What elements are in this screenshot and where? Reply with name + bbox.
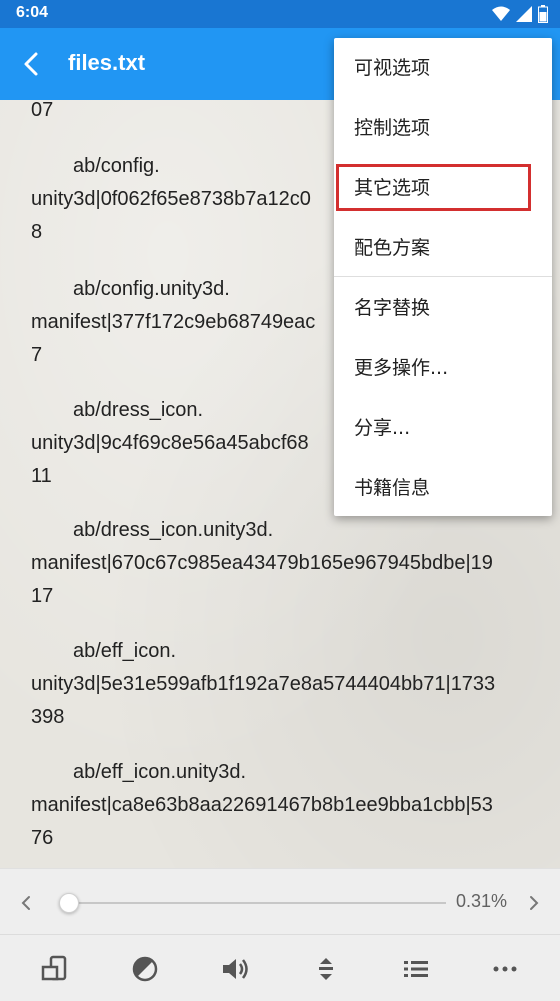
text-paragraph: ab/eff_icon. unity3d|5e31e599afb1f192a7e… <box>31 640 496 728</box>
menu-item-share[interactable]: 分享... <box>334 398 552 458</box>
contrast-icon <box>132 956 158 982</box>
scroll-icon <box>319 958 333 980</box>
more-icon <box>493 966 517 972</box>
progress-thumb[interactable] <box>59 893 79 913</box>
battery-icon <box>538 5 548 23</box>
status-icons <box>492 5 548 23</box>
menu-item-color-scheme[interactable]: 配色方案 <box>334 218 552 278</box>
menu-item-control-options[interactable]: 控制选项 <box>334 98 552 158</box>
chevron-right-icon <box>530 896 539 910</box>
status-time: 6:04 <box>16 4 49 21</box>
progress-track[interactable] <box>68 902 446 904</box>
menu-item-visual-options[interactable]: 可视选项 <box>334 38 552 98</box>
menu-item-book-info[interactable]: 书籍信息 <box>334 458 552 518</box>
previous-chapter-button[interactable] <box>14 891 38 915</box>
progress-percent: 0.31% <box>456 891 508 911</box>
table-of-contents-button[interactable] <box>402 955 430 983</box>
overflow-menu: 可视选项 控制选项 其它选项 配色方案 名字替换 更多操作... 分享... 书… <box>334 38 552 516</box>
signal-icon <box>516 6 532 22</box>
text-paragraph: ab/eff_icon.unity3d. manifest|ca8e63b8aa… <box>31 761 493 849</box>
screen-rotation-button[interactable] <box>41 955 69 983</box>
arrow-back-icon <box>24 52 38 76</box>
menu-item-more-actions[interactable]: 更多操作... <box>334 338 552 398</box>
menu-item-name-replace[interactable]: 名字替换 <box>334 278 552 338</box>
bottom-toolbar <box>0 934 560 1001</box>
next-chapter-button[interactable] <box>522 891 546 915</box>
menu-divider <box>334 276 552 277</box>
screen-rotation-icon <box>41 955 67 981</box>
chevron-left-icon <box>21 896 30 910</box>
night-mode-button[interactable] <box>131 955 159 983</box>
auto-scroll-button[interactable] <box>312 955 340 983</box>
text-paragraph: ab/dress_icon.unity3d. manifest|670c67c9… <box>31 519 493 607</box>
wifi-icon <box>492 6 510 21</box>
progress-bar-panel: 0.31% <box>0 868 560 934</box>
highlight-box <box>336 164 531 211</box>
volume-icon <box>223 959 248 979</box>
status-bar: 6:04 <box>0 0 560 28</box>
list-icon <box>404 961 428 977</box>
back-button[interactable] <box>16 48 48 80</box>
text-to-speech-button[interactable] <box>220 955 248 983</box>
page-title: files.txt <box>68 50 146 75</box>
more-button[interactable] <box>491 955 519 983</box>
